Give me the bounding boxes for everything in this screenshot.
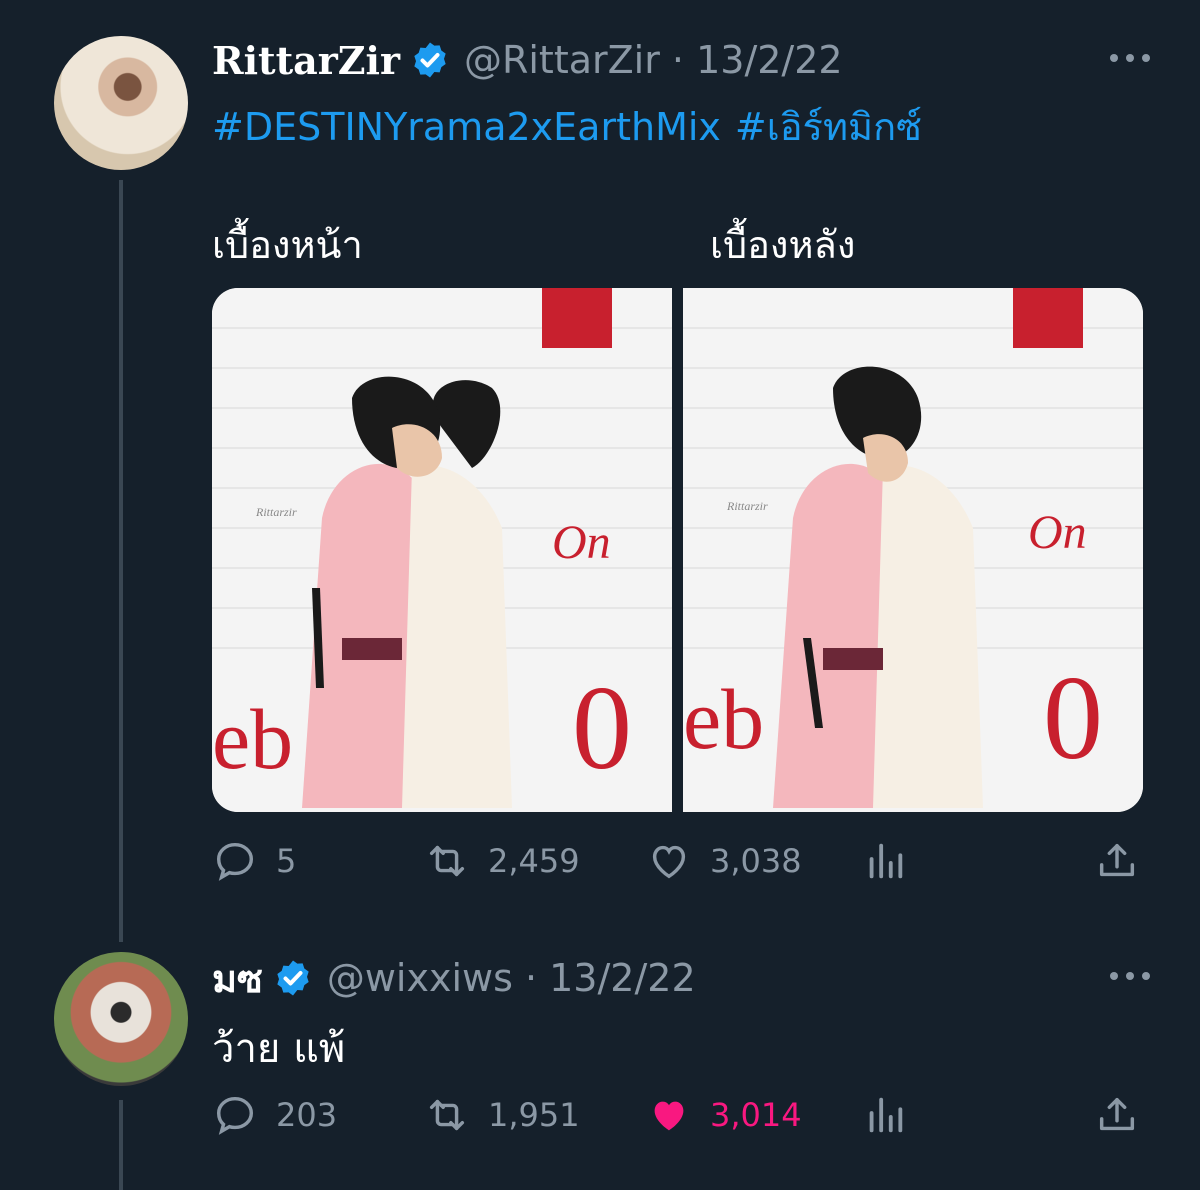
retweet-button[interactable]: 2,459 — [424, 836, 580, 886]
retweet-count: 1,951 — [488, 1096, 580, 1134]
photo-hug-illustration: On eb 0 Rittarzir — [212, 288, 672, 812]
share-button[interactable] — [1094, 836, 1140, 886]
tweet-actions: 203 1,951 3,014 — [212, 1090, 1142, 1140]
analytics-icon — [869, 843, 903, 879]
retweet-icon — [429, 845, 465, 877]
photo-hug-illustration: On eb 0 Rittarzir — [683, 288, 1143, 812]
more-icon[interactable] — [1110, 48, 1150, 68]
thread-connector-line — [119, 1100, 123, 1190]
reply-button[interactable]: 203 — [212, 1090, 337, 1140]
photo-text-eb: eb — [212, 691, 293, 787]
photo-text-digit: 0 — [572, 661, 632, 794]
handle-and-date[interactable]: @wixxiws · 13/2/22 — [327, 956, 696, 1000]
like-count: 3,038 — [710, 842, 802, 880]
analytics-button[interactable] — [862, 1090, 908, 1140]
tweet-header: มซ @wixxiws · 13/2/22 — [212, 948, 696, 1008]
photo-text-on: On — [552, 516, 611, 569]
tweet-text: ว้าย แพ้ — [212, 1026, 346, 1072]
photo-front[interactable]: On eb 0 Rittarzir — [212, 288, 672, 812]
caption-behind: เบื้องหลัง — [710, 223, 856, 267]
like-button-active[interactable]: 3,014 — [646, 1090, 802, 1140]
display-name[interactable]: RittarZir — [212, 38, 400, 83]
heart-filled-icon — [654, 1101, 684, 1131]
reply-count: 203 — [276, 1096, 338, 1134]
display-name[interactable]: มซ — [212, 948, 263, 1009]
verified-badge-icon — [277, 960, 309, 996]
photo-text-digit: 0 — [1043, 651, 1103, 784]
reply-button[interactable]: 5 — [212, 836, 296, 886]
tweet-actions: 5 2,459 3,038 — [212, 836, 1142, 886]
heart-icon — [652, 845, 686, 879]
handle-and-date[interactable]: @RittarZir · 13/2/22 — [464, 38, 843, 82]
hashtags: #DESTINYrama2xEarthMix #เอิร์ทมิกซ์ — [212, 96, 936, 157]
media-grid[interactable]: On eb 0 Rittarzir On eb 0 Rittarzir — [212, 288, 1143, 812]
like-button[interactable]: 3,038 — [646, 836, 802, 886]
share-icon — [1099, 1097, 1135, 1131]
reply-icon — [216, 842, 254, 881]
share-button[interactable] — [1094, 1090, 1140, 1140]
photo-watermark: Rittarzir — [255, 505, 297, 519]
photo-behind[interactable]: On eb 0 Rittarzir — [683, 288, 1143, 812]
retweet-count: 2,459 — [488, 842, 580, 880]
more-icon[interactable] — [1110, 966, 1150, 986]
verified-badge-icon — [414, 42, 446, 78]
retweet-icon — [429, 1099, 465, 1131]
like-count: 3,014 — [710, 1096, 802, 1134]
share-icon — [1099, 843, 1135, 877]
photo-text-eb: eb — [683, 671, 764, 767]
reply-count: 5 — [276, 842, 297, 880]
reply-icon — [216, 1096, 254, 1135]
photo-text-on: On — [1028, 506, 1087, 559]
photo-watermark: Rittarzir — [726, 499, 768, 513]
thread-connector-line — [119, 180, 123, 942]
tweet-header: RittarZir @RittarZir · 13/2/22 — [212, 30, 843, 90]
caption-front: เบื้องหน้า — [212, 223, 363, 267]
retweet-button[interactable]: 1,951 — [424, 1090, 580, 1140]
hashtag-link[interactable]: #เอิร์ทมิกซ์ — [735, 105, 922, 149]
analytics-icon — [869, 1097, 903, 1133]
hashtag-link[interactable]: #DESTINYrama2xEarthMix — [212, 105, 721, 149]
avatar[interactable] — [54, 952, 188, 1086]
analytics-button[interactable] — [862, 836, 908, 886]
avatar[interactable] — [54, 36, 188, 170]
